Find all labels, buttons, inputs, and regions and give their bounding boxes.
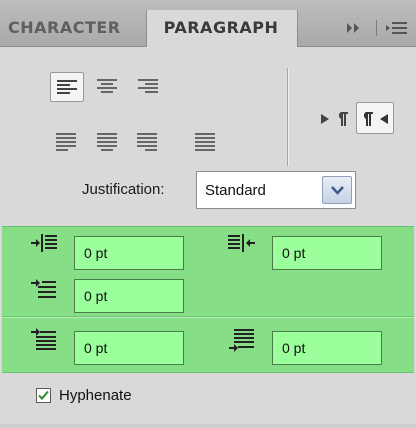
- left-to-right-button[interactable]: [316, 104, 352, 134]
- tab-character[interactable]: CHARACTER: [8, 10, 146, 46]
- panel-tab-bar: CHARACTER PARAGRAPH: [0, 0, 416, 47]
- left-indent-field[interactable]: [74, 236, 184, 270]
- double-chevron-right-icon[interactable]: [346, 22, 362, 34]
- alignment-divider: [287, 68, 289, 166]
- hyphenate-checkbox[interactable]: [36, 388, 51, 403]
- panel-bottom-edge: [0, 424, 416, 428]
- chevron-down-icon: [331, 186, 344, 195]
- justify-last-left-icon: [56, 133, 76, 151]
- justification-dropdown-button[interactable]: [322, 176, 352, 204]
- first-line-indent-icon: [31, 279, 56, 298]
- space-after-icon: [229, 329, 254, 352]
- justify-all-icon: [195, 133, 215, 151]
- left-indent-input[interactable]: [75, 237, 183, 269]
- right-to-left-paragraph-icon: [363, 112, 388, 126]
- align-right-icon: [138, 79, 158, 93]
- panel-menu-icon[interactable]: [386, 20, 408, 36]
- first-line-indent-input[interactable]: [75, 280, 183, 312]
- justification-label: Justification:: [82, 181, 165, 198]
- justify-last-right-icon: [137, 133, 157, 151]
- first-line-indent-field[interactable]: [74, 279, 184, 313]
- align-left-button[interactable]: [50, 72, 84, 102]
- justification-value: Standard: [205, 182, 266, 199]
- checkmark-icon: [38, 390, 49, 400]
- right-indent-field[interactable]: [272, 236, 382, 270]
- space-before-field[interactable]: [74, 331, 184, 365]
- justify-last-center-icon: [97, 133, 117, 151]
- space-before-icon: [31, 328, 56, 350]
- space-after-field[interactable]: [272, 331, 382, 365]
- left-to-right-paragraph-icon: [321, 112, 348, 126]
- align-center-icon: [97, 79, 117, 93]
- tab-paragraph[interactable]: PARAGRAPH: [146, 10, 298, 47]
- hyphenate-label: Hyphenate: [59, 387, 132, 404]
- space-before-input[interactable]: [75, 332, 183, 364]
- left-indent-icon: [31, 234, 57, 252]
- align-left-icon: [57, 80, 77, 94]
- section-divider: [2, 316, 414, 317]
- panel-tools: [326, 10, 416, 46]
- tools-separator: [376, 20, 377, 36]
- align-right-button[interactable]: [130, 72, 164, 102]
- paragraph-panel: CHARACTER PARAGRAPH Justification: Stand…: [0, 0, 416, 428]
- right-to-left-button[interactable]: [356, 102, 394, 134]
- right-indent-icon: [228, 234, 255, 252]
- justify-last-right-button[interactable]: [130, 126, 164, 156]
- space-after-input[interactable]: [273, 332, 381, 364]
- justify-last-center-button[interactable]: [90, 126, 124, 156]
- justification-select[interactable]: Standard: [196, 171, 356, 209]
- justify-last-left-button[interactable]: [50, 126, 84, 156]
- right-indent-input[interactable]: [273, 237, 381, 269]
- justify-all-button[interactable]: [188, 126, 222, 156]
- align-center-button[interactable]: [90, 72, 124, 102]
